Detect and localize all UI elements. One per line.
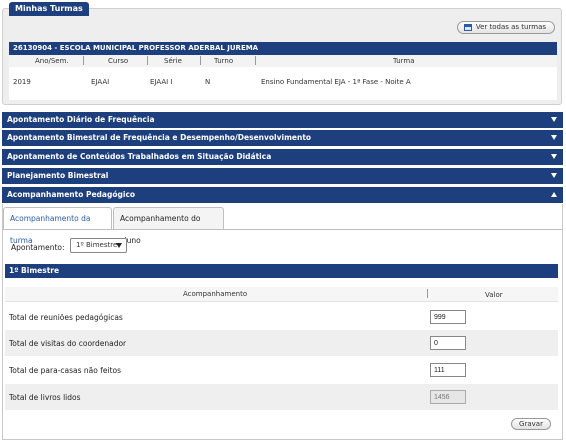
col-acompanhamento: Acompanhamento bbox=[183, 290, 248, 298]
accordion-planejamento-bimestral[interactable]: Planejamento Bimestral bbox=[2, 168, 563, 184]
row-label: Total de reuniões pedagógicas bbox=[9, 313, 123, 322]
chevron-down-icon bbox=[116, 243, 122, 248]
row-label: Total de para-casas não feitos bbox=[9, 366, 122, 375]
header-divider bbox=[147, 56, 148, 65]
chevron-down-icon bbox=[551, 154, 557, 159]
row-label: Total de livros lidos bbox=[9, 393, 81, 402]
col-curso: Curso bbox=[108, 57, 129, 65]
cell-curso: EJAAI bbox=[91, 78, 110, 86]
accordion-apontamento-diario[interactable]: Apontamento Diário de Frequência bbox=[2, 112, 563, 128]
gravar-button[interactable]: Gravar bbox=[511, 418, 551, 430]
apontamento-selected-value: 1º Bimestre bbox=[76, 241, 118, 249]
accordion-label: Apontamento Bimestral de Frequência e De… bbox=[7, 133, 312, 142]
col-ano-sem: Ano/Sem. bbox=[35, 57, 69, 65]
apontamento-select[interactable]: 1º Bimestre bbox=[70, 238, 127, 253]
livros-lidos-input bbox=[430, 390, 466, 404]
col-turma: Turma bbox=[393, 57, 415, 65]
accordion-apontamento-bimestral[interactable]: Apontamento Bimestral de Frequência e De… bbox=[2, 130, 563, 146]
chevron-down-icon bbox=[551, 117, 557, 122]
header-divider bbox=[83, 56, 84, 65]
accordion-conteudos-trabalhados[interactable]: Apontamento de Conteúdos Trabalhados em … bbox=[2, 149, 563, 165]
table-row: Total de para-casas não feitos bbox=[5, 357, 558, 383]
cell-ano: 2019 bbox=[13, 78, 31, 86]
tab-acompanhamento-turma[interactable]: Acompanhamento da turma bbox=[3, 207, 112, 245]
row-label: Total de visitas do coordenador bbox=[9, 339, 127, 348]
col-valor: Valor bbox=[485, 291, 503, 299]
cell-serie: EJAAI I bbox=[150, 78, 173, 86]
apontamento-label: Apontamento: bbox=[11, 243, 65, 252]
chevron-down-icon bbox=[551, 135, 557, 140]
accordion-label: Acompanhamento Pedagógico bbox=[7, 190, 136, 199]
ver-todas-turmas-button[interactable]: Ver todas as turmas bbox=[456, 21, 555, 34]
turmas-table: Ano/Sem. Curso Série Turno Turma 2019 EJ… bbox=[9, 55, 557, 100]
header-divider bbox=[200, 56, 201, 65]
header-divider bbox=[427, 289, 428, 298]
cell-turno: N bbox=[205, 78, 211, 86]
minhas-turmas-panel: Minhas Turmas Ver todas as turmas 261309… bbox=[2, 2, 562, 105]
ver-todas-turmas-label: Ver todas as turmas bbox=[475, 23, 546, 31]
para-casas-input[interactable] bbox=[430, 363, 466, 377]
accordion-label: Apontamento Diário de Frequência bbox=[7, 115, 155, 124]
turmas-table-header: Ano/Sem. Curso Série Turno Turma bbox=[9, 55, 557, 67]
col-serie: Série bbox=[164, 57, 182, 65]
chevron-down-icon bbox=[551, 173, 557, 178]
chevron-up-icon bbox=[551, 192, 557, 197]
reunioes-pedagogicas-input[interactable] bbox=[430, 310, 466, 324]
accordion-label: Planejamento Bimestral bbox=[7, 171, 109, 180]
acompanhamento-table-header: Acompanhamento Valor bbox=[5, 287, 558, 302]
tab-acompanhamento-aluno[interactable]: Acompanhamento do aluno bbox=[113, 207, 224, 245]
col-turno: Turno bbox=[214, 57, 234, 65]
visitas-coordenador-input[interactable] bbox=[430, 336, 466, 350]
school-header: 26130904 - ESCOLA MUNICIPAL PROFESSOR AD… bbox=[9, 42, 557, 55]
bimestre-header: 1º Bimestre bbox=[5, 264, 558, 278]
table-row: Total de reuniões pedagógicas bbox=[5, 304, 558, 330]
calendar-icon bbox=[463, 24, 472, 31]
accordion-acompanhamento-pedagogico[interactable]: Acompanhamento Pedagógico bbox=[2, 187, 563, 203]
table-row: Total de visitas do coordenador bbox=[5, 330, 558, 356]
header-divider bbox=[255, 56, 256, 65]
minhas-turmas-title: Minhas Turmas bbox=[9, 2, 89, 16]
accordion-label: Apontamento de Conteúdos Trabalhados em … bbox=[7, 152, 272, 161]
cell-turma: Ensino Fundamental EJA - 1ª Fase - Noite… bbox=[261, 78, 411, 86]
table-row: Total de livros lidos bbox=[5, 384, 558, 410]
